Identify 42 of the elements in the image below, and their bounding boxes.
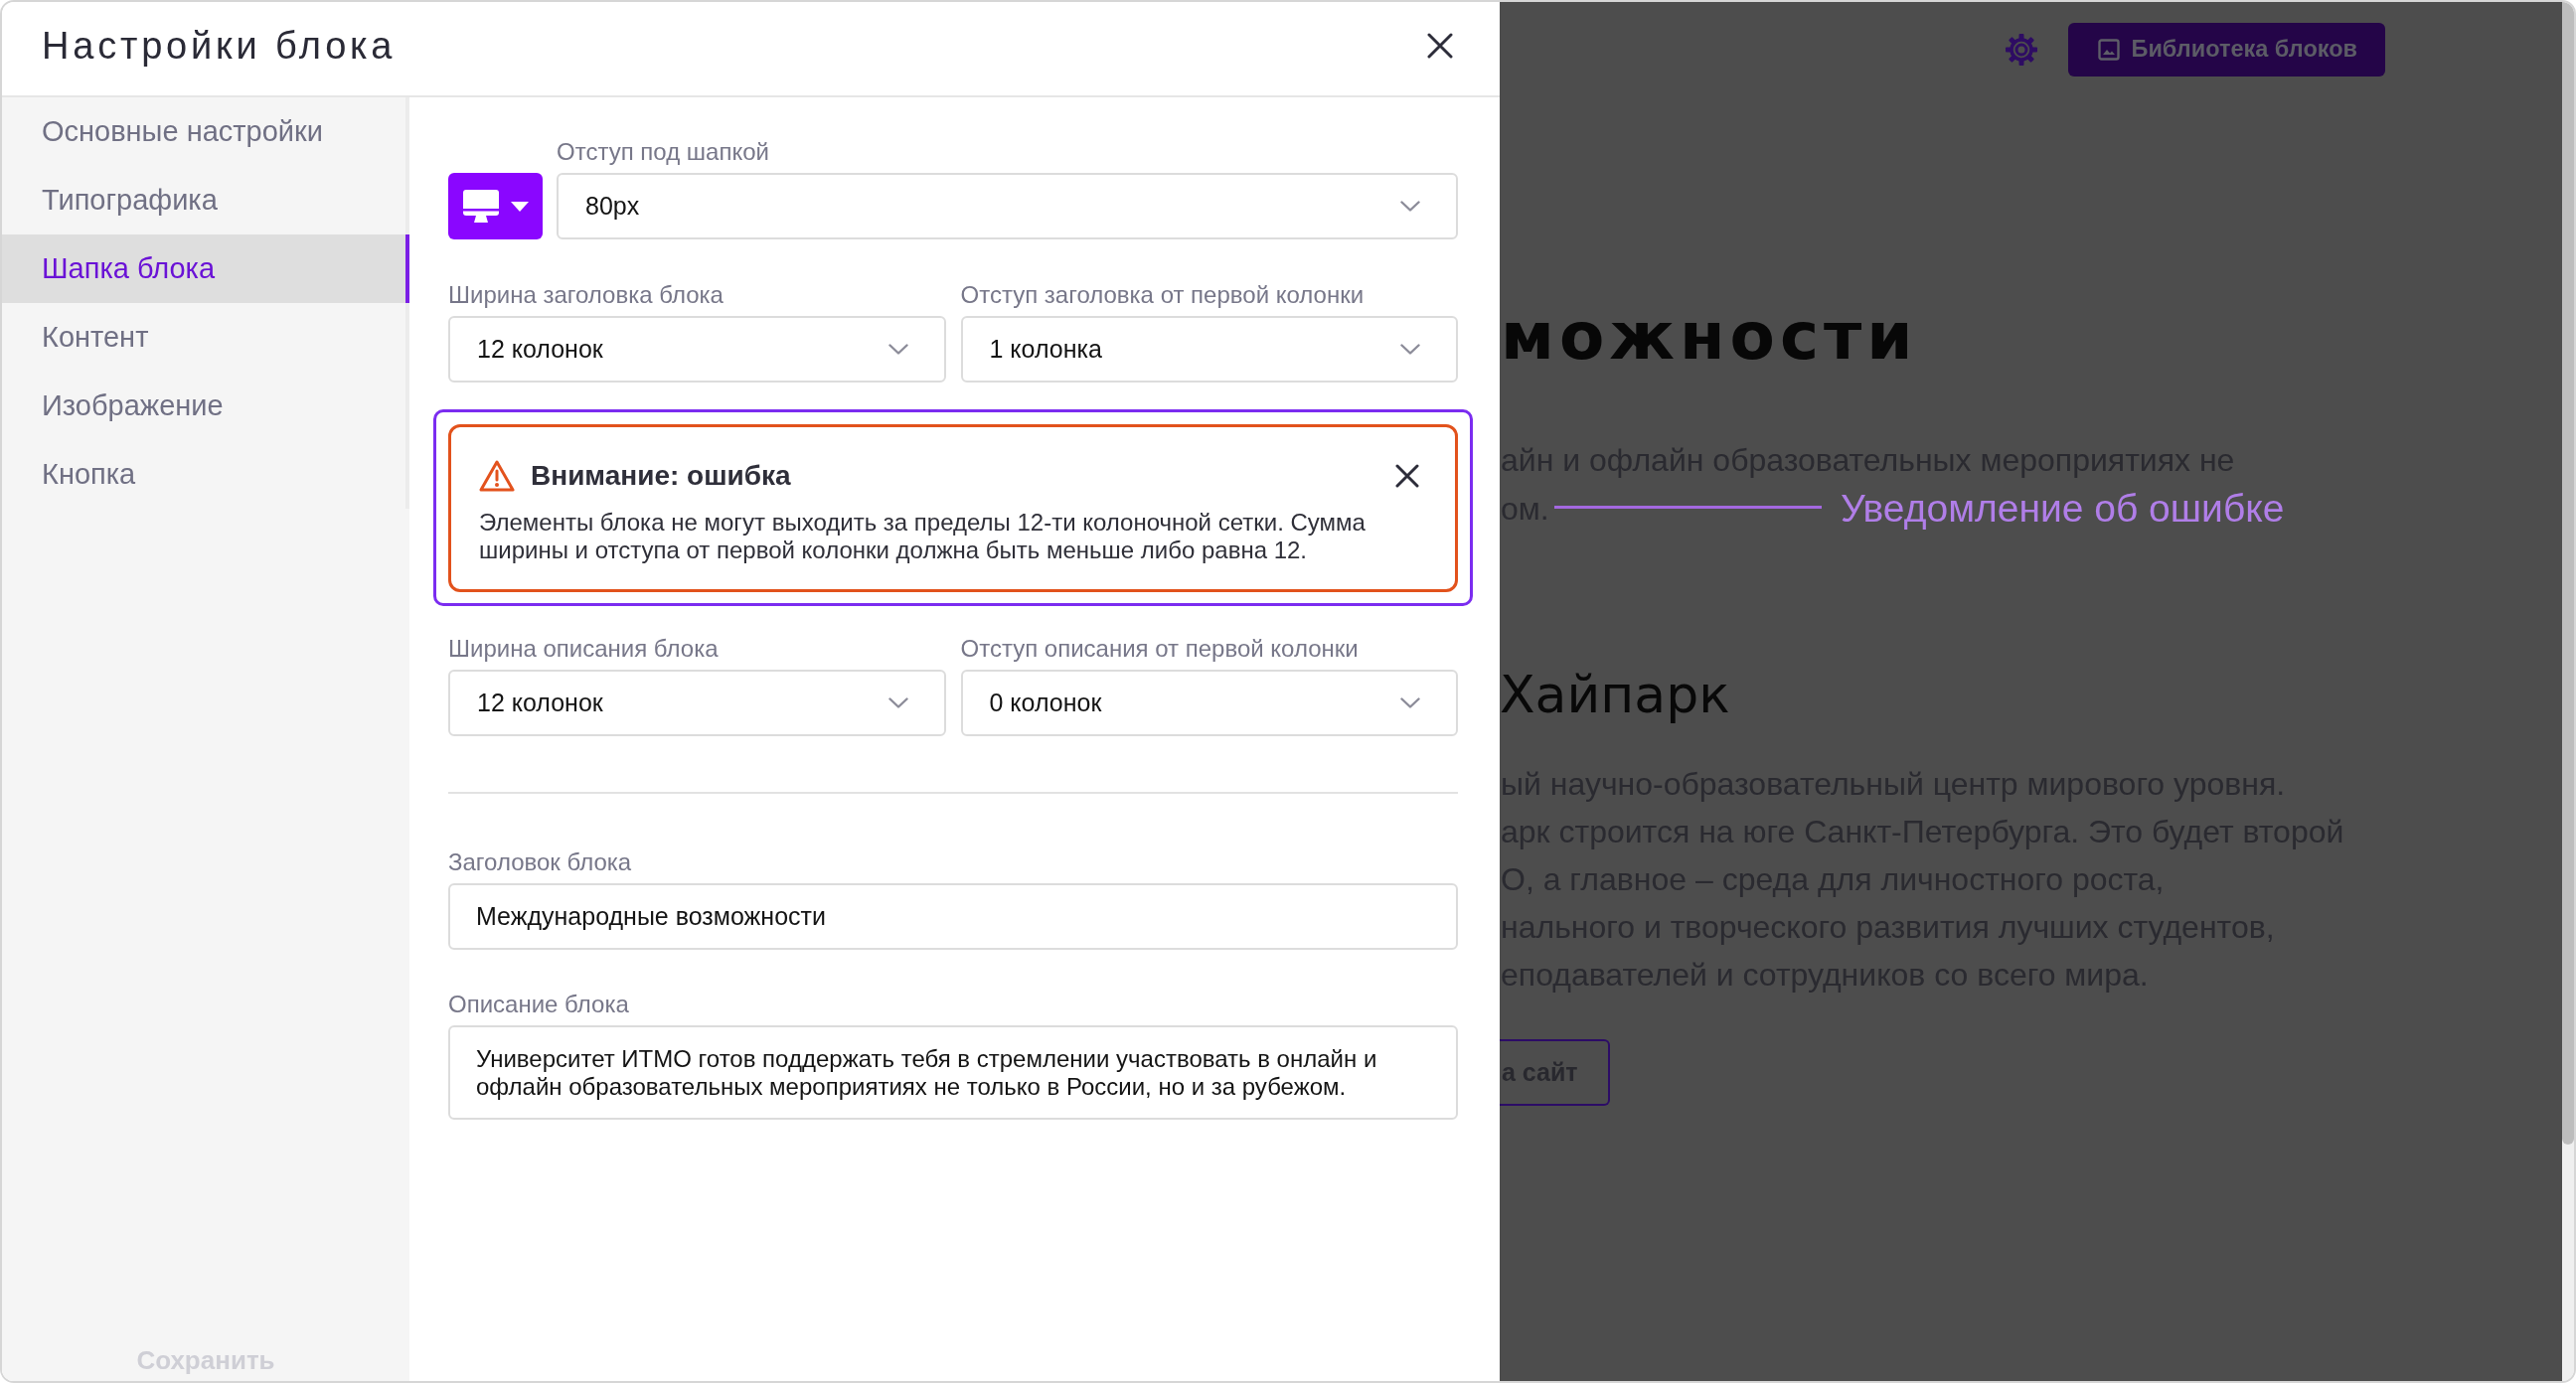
chevron-down-icon: [1400, 344, 1420, 355]
caret-down-icon: [510, 201, 529, 212]
select-field[interactable]: 0 колонок: [960, 670, 1458, 736]
alert-title: Внимание: ошибка: [531, 459, 792, 493]
warning-icon: [479, 460, 515, 492]
chevron-down-icon: [887, 697, 908, 708]
close-icon: [1427, 33, 1453, 59]
field-label: Отступ заголовка от первой колонки: [960, 281, 1366, 309]
gear-icon: [2005, 33, 2039, 67]
sidebar-item[interactable]: Изображение: [2, 372, 409, 440]
field-label: Заголовок блока: [448, 848, 633, 876]
monitor-icon: [462, 190, 499, 223]
select-field[interactable]: 1 колонка: [960, 316, 1458, 383]
select-field[interactable]: 80px: [557, 173, 1458, 239]
close-button[interactable]: [1395, 464, 1419, 488]
select-field[interactable]: 12 колонок: [448, 316, 946, 383]
select-field[interactable]: 12 колонок: [448, 670, 946, 736]
field-label: Отступ описания от первой колонки: [960, 635, 1360, 663]
close-icon: [1395, 464, 1419, 488]
chevron-down-icon: [887, 344, 908, 355]
scrollbar[interactable]: [2562, 2, 2574, 1381]
close-button[interactable]: [1427, 33, 1453, 59]
textarea-field[interactable]: Университет ИТМО готов поддержать тебя в стремлении участвовать в онлайн и офлайн образовательных мероприятиях не только в России, но и за рубежом.: [448, 1025, 1458, 1120]
chevron-down-icon: [1400, 201, 1420, 212]
sidebar-item[interactable]: Шапка блока: [2, 234, 409, 303]
image-icon: [2098, 39, 2121, 61]
scrollbar-thumb[interactable]: [2562, 2, 2574, 1145]
page-heading: можности: [1501, 297, 1918, 377]
sidebar-item[interactable]: Контент: [2, 303, 409, 372]
panel-title: Настройки блока: [42, 24, 397, 69]
section-heading: Хайпарк: [1500, 664, 1730, 726]
sidebar-item[interactable]: Основные настройки: [2, 97, 409, 166]
annotation-label: Уведомление об ошибке: [1841, 487, 2285, 531]
text-field[interactable]: Международные возможности: [448, 883, 1458, 950]
alert-message: Элементы блока не могут выходить за пределы 12-ти колоночной сетки. Сумма ширины и отступа от первой колонки должна быть меньше либо равна 12.: [479, 509, 1367, 564]
device-dropdown-button[interactable]: [448, 173, 543, 239]
sidebar-item[interactable]: Кнопка: [2, 440, 409, 509]
field-label: Ширина описания блока: [448, 635, 720, 663]
field-label: Описание блока: [448, 991, 630, 1018]
field-label: Ширина заголовка блока: [448, 281, 724, 309]
chevron-down-icon: [1400, 697, 1420, 708]
field-label: Отступ под шапкой: [557, 138, 770, 166]
